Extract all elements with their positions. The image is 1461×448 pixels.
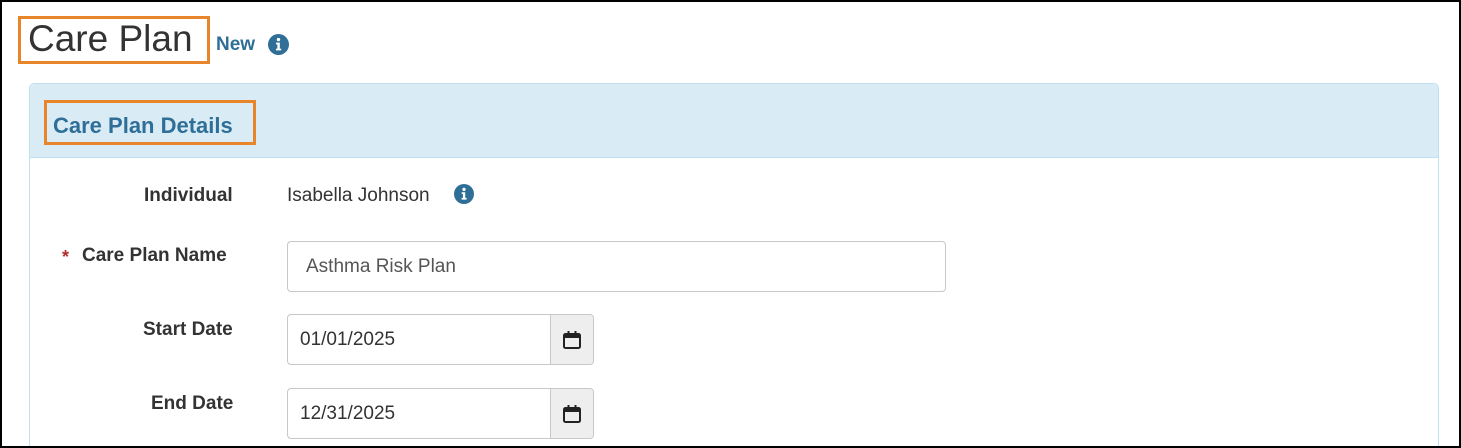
info-circle-icon[interactable]	[454, 184, 474, 204]
page-frame: Care Plan New Care Plan Details Individu…	[0, 0, 1461, 448]
end-date-field	[287, 388, 594, 439]
individual-label: Individual	[144, 185, 233, 206]
section-title: Care Plan Details	[53, 113, 233, 138]
info-circle-icon[interactable]	[268, 34, 289, 55]
calendar-icon	[563, 404, 581, 423]
page-title: Care Plan	[28, 18, 193, 59]
start-date-input[interactable]	[288, 315, 550, 364]
start-date-calendar-button[interactable]	[550, 315, 593, 364]
end-date-input[interactable]	[288, 389, 550, 438]
individual-value: Isabella Johnson	[287, 185, 430, 206]
care-plan-name-input[interactable]	[287, 241, 946, 292]
required-marker: *	[62, 247, 70, 267]
end-date-calendar-button[interactable]	[550, 389, 593, 438]
status-label: New	[216, 34, 256, 55]
start-date-label: Start Date	[143, 319, 233, 340]
start-date-field	[287, 314, 594, 365]
panel-header: Care Plan Details	[30, 84, 1438, 158]
end-date-label: End Date	[151, 393, 234, 414]
calendar-icon	[563, 330, 581, 349]
care-plan-name-label: Care Plan Name	[82, 245, 227, 266]
